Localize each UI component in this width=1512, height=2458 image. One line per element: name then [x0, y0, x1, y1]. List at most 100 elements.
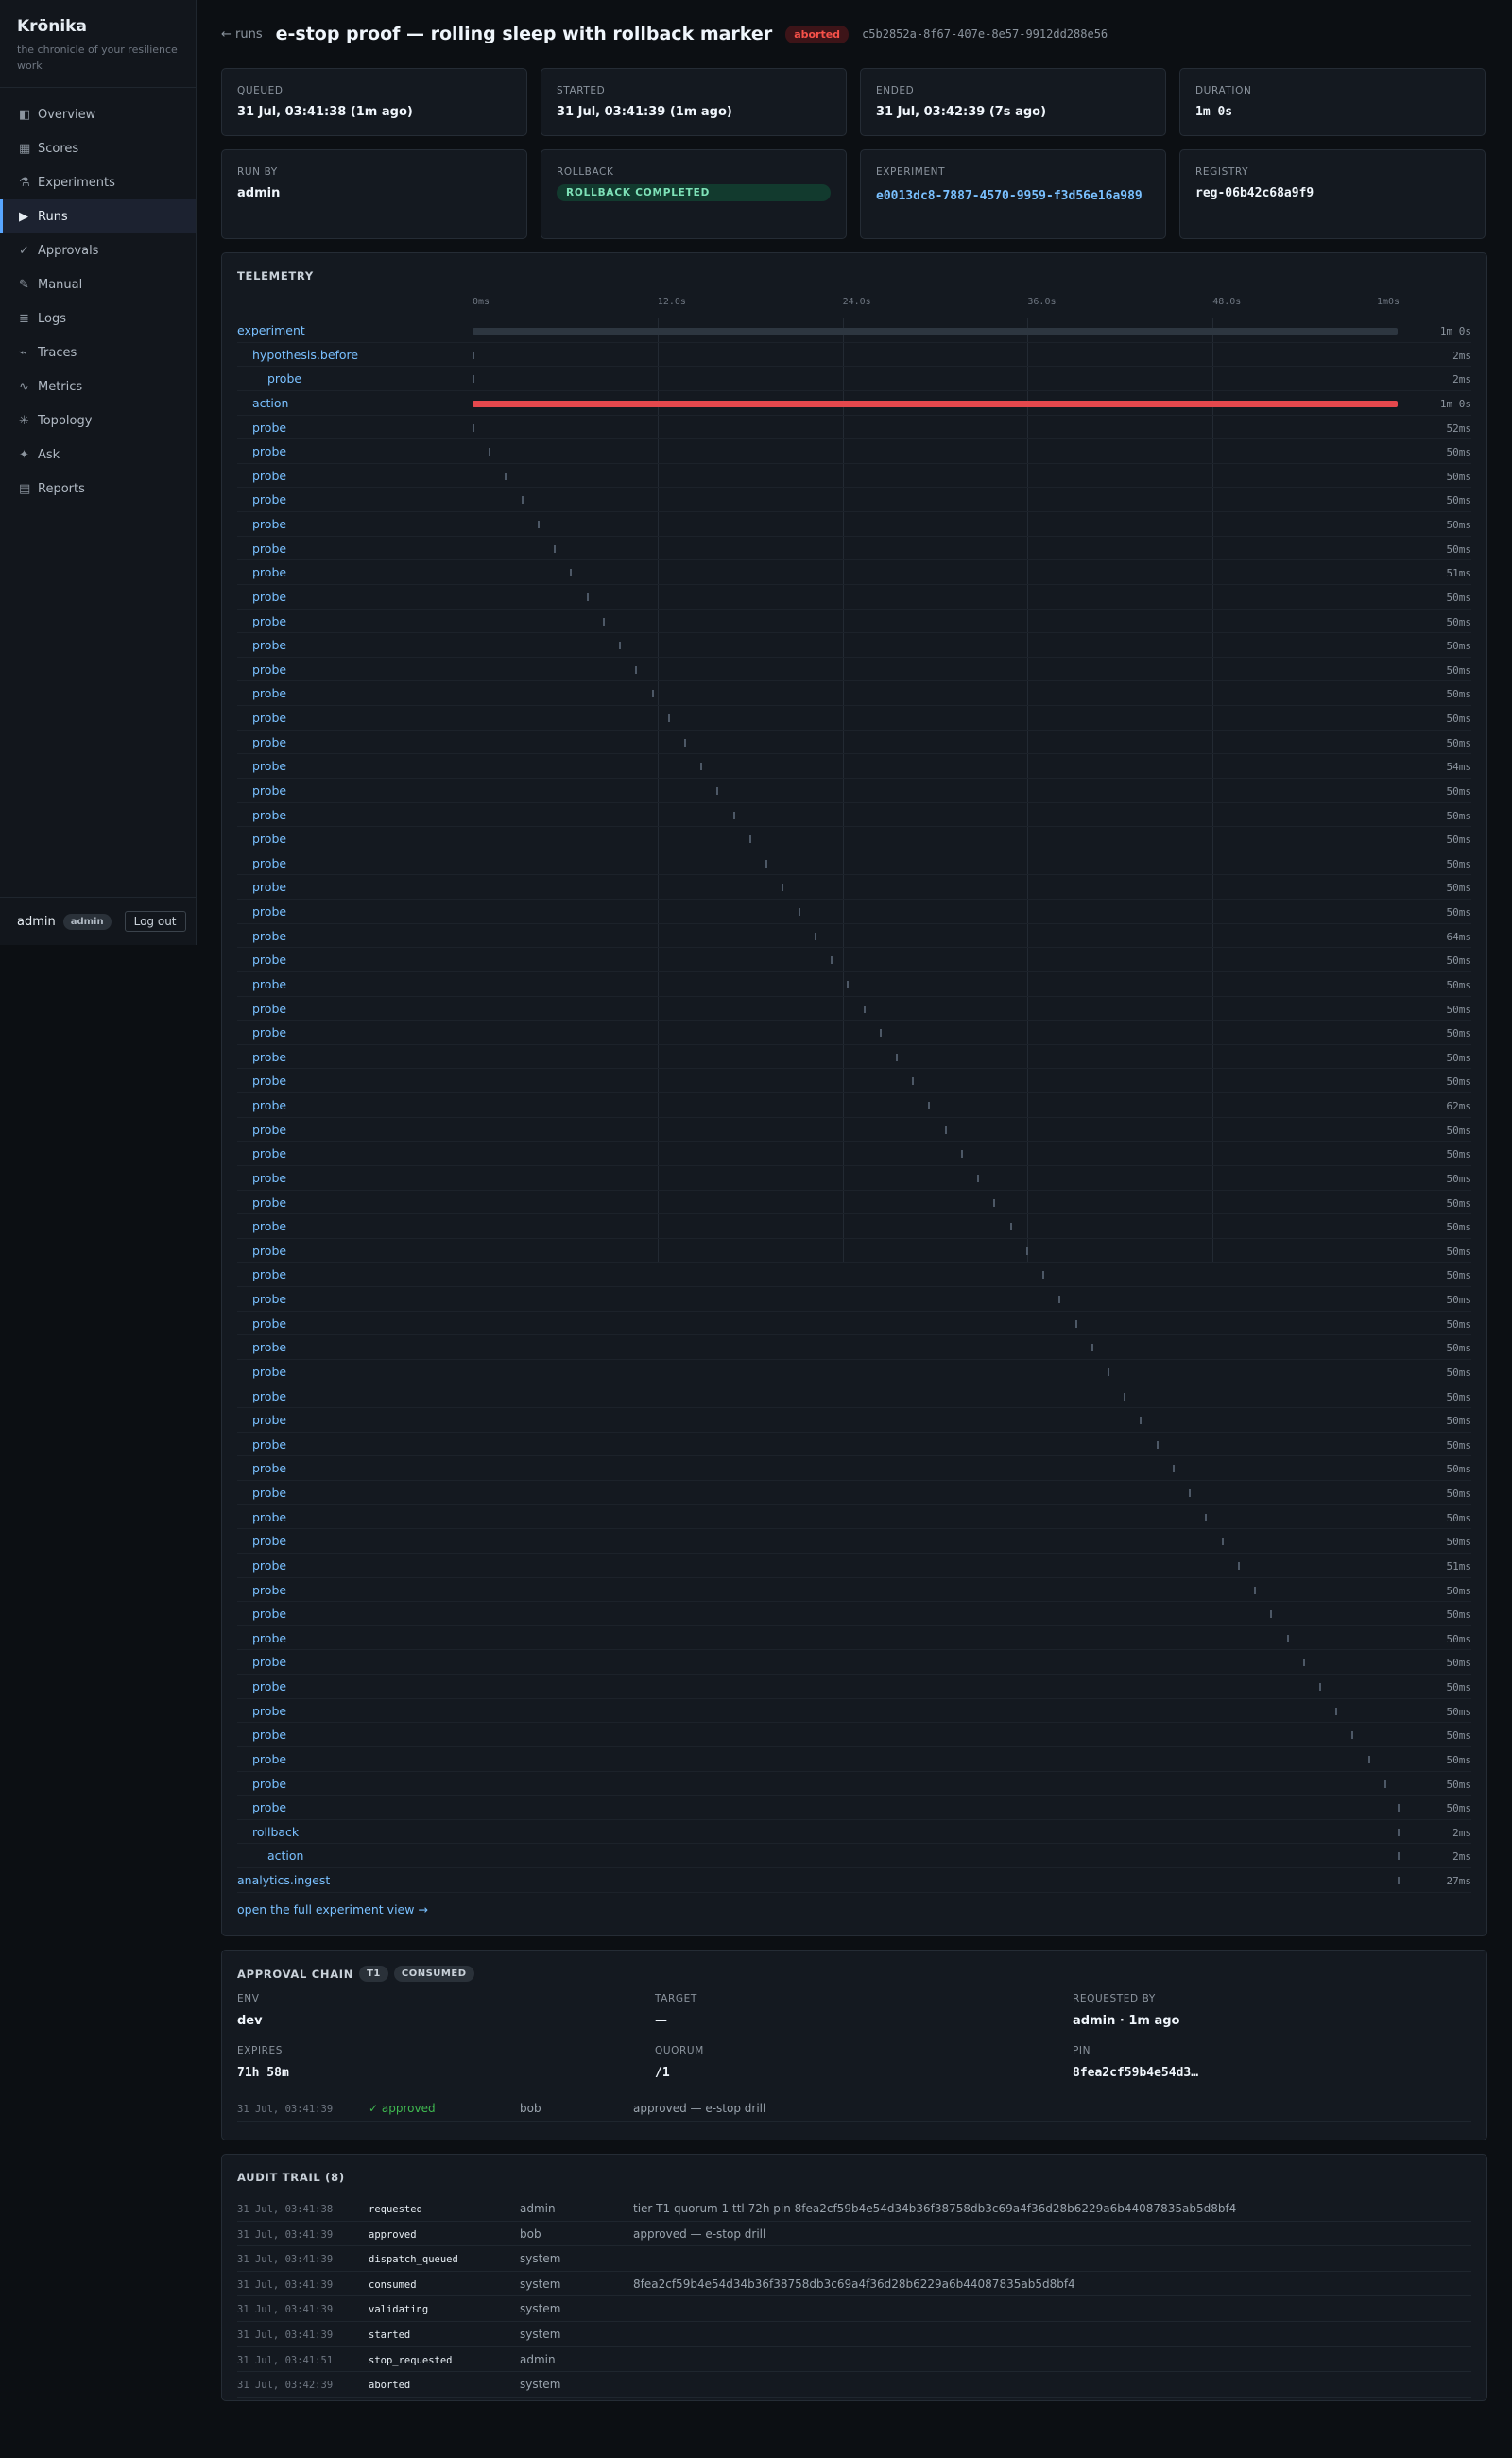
span-row[interactable]: analytics.ingest 27ms	[237, 1868, 1471, 1893]
span-name[interactable]: probe	[252, 1679, 286, 1693]
span-name[interactable]: probe	[252, 929, 286, 943]
span-name[interactable]: probe	[252, 1123, 286, 1137]
span-row[interactable]: probe 50ms	[237, 1578, 1471, 1603]
span-name[interactable]: probe	[252, 1002, 286, 1016]
span-row[interactable]: probe 50ms	[237, 1335, 1471, 1360]
span-row[interactable]: probe 50ms	[237, 464, 1471, 489]
span-name[interactable]: probe	[252, 541, 286, 556]
span-name[interactable]: probe	[252, 492, 286, 507]
span-row[interactable]: probe 50ms	[237, 1626, 1471, 1651]
span-name[interactable]: probe	[252, 1074, 286, 1088]
span-row[interactable]: experiment 1m 0s	[237, 318, 1471, 343]
span-row[interactable]: probe 50ms	[237, 1408, 1471, 1433]
span-name[interactable]: probe	[252, 1800, 286, 1814]
sidebar-item-overview[interactable]: ◧ Overview	[0, 97, 196, 131]
span-name[interactable]: probe	[252, 1752, 286, 1766]
span-name[interactable]: rollback	[252, 1825, 299, 1839]
span-name[interactable]: probe	[252, 904, 286, 919]
logout-button[interactable]: Log out	[124, 911, 186, 932]
span-row[interactable]: probe 50ms	[237, 900, 1471, 924]
span-name[interactable]: probe	[252, 1461, 286, 1475]
span-row[interactable]: probe 2ms	[237, 367, 1471, 391]
span-name[interactable]: probe	[252, 686, 286, 700]
span-row[interactable]: probe 50ms	[237, 439, 1471, 464]
span-name[interactable]: probe	[252, 1316, 286, 1331]
span-name[interactable]: probe	[252, 856, 286, 870]
span-name[interactable]: probe	[252, 421, 286, 435]
sidebar-item-logs[interactable]: ≣ Logs	[0, 301, 196, 335]
span-name[interactable]: probe	[252, 1631, 286, 1645]
span-name[interactable]: probe	[252, 1025, 286, 1040]
span-name[interactable]: probe	[252, 1219, 286, 1233]
span-row[interactable]: probe 50ms	[237, 827, 1471, 851]
span-name[interactable]: probe	[252, 662, 286, 677]
brand-name[interactable]: Krönika	[17, 17, 179, 36]
span-row[interactable]: probe 50ms	[237, 1142, 1471, 1166]
span-name[interactable]: probe	[252, 759, 286, 773]
span-name[interactable]: probe	[252, 1437, 286, 1452]
span-row[interactable]: probe 50ms	[237, 731, 1471, 755]
span-name[interactable]: probe	[252, 1510, 286, 1524]
span-row[interactable]: probe 50ms	[237, 948, 1471, 972]
sidebar-item-traces[interactable]: ⌁ Traces	[0, 335, 196, 370]
span-name[interactable]: probe	[252, 711, 286, 725]
span-row[interactable]: probe 50ms	[237, 1529, 1471, 1554]
span-row[interactable]: probe 50ms	[237, 1699, 1471, 1724]
full-experiment-link[interactable]: open the full experiment view →	[237, 1902, 428, 1917]
span-row[interactable]: probe 50ms	[237, 1796, 1471, 1820]
span-name[interactable]: probe	[252, 808, 286, 822]
span-row[interactable]: probe 50ms	[237, 1481, 1471, 1505]
span-row[interactable]: probe 50ms	[237, 1675, 1471, 1699]
span-row[interactable]: probe 51ms	[237, 1554, 1471, 1578]
span-name[interactable]: probe	[252, 1413, 286, 1427]
span-name[interactable]: probe	[252, 1292, 286, 1306]
span-name[interactable]: hypothesis.before	[252, 348, 358, 362]
span-name[interactable]: probe	[252, 832, 286, 846]
span-row[interactable]: probe 62ms	[237, 1093, 1471, 1118]
span-name[interactable]: probe	[252, 469, 286, 483]
span-name[interactable]: probe	[252, 953, 286, 967]
span-row[interactable]: probe 50ms	[237, 512, 1471, 537]
sidebar-item-reports[interactable]: ▤ Reports	[0, 472, 196, 506]
span-row[interactable]: probe 50ms	[237, 1021, 1471, 1045]
span-row[interactable]: probe 50ms	[237, 1263, 1471, 1287]
span-name[interactable]: probe	[252, 1534, 286, 1548]
span-name[interactable]: probe	[252, 1583, 286, 1597]
span-row[interactable]: probe 64ms	[237, 924, 1471, 949]
span-name[interactable]: probe	[252, 1340, 286, 1354]
span-row[interactable]: probe 50ms	[237, 1456, 1471, 1481]
span-row[interactable]: probe 50ms	[237, 1360, 1471, 1384]
sidebar-item-manual[interactable]: ✎ Manual	[0, 267, 196, 301]
span-name[interactable]: probe	[252, 638, 286, 652]
span-name[interactable]: probe	[252, 880, 286, 894]
span-name[interactable]: analytics.ingest	[237, 1873, 330, 1887]
span-name[interactable]: action	[252, 396, 288, 410]
span-row[interactable]: probe 50ms	[237, 1069, 1471, 1093]
span-name[interactable]: probe	[252, 1607, 286, 1621]
span-row[interactable]: probe 50ms	[237, 1191, 1471, 1215]
span-row[interactable]: action 2ms	[237, 1844, 1471, 1868]
span-name[interactable]: probe	[252, 1050, 286, 1064]
span-name[interactable]: probe	[252, 1704, 286, 1718]
sidebar-item-scores[interactable]: ▦ Scores	[0, 131, 196, 165]
span-row[interactable]: probe 50ms	[237, 851, 1471, 876]
span-name[interactable]: probe	[252, 977, 286, 991]
span-name[interactable]: probe	[252, 1171, 286, 1185]
span-name[interactable]: probe	[252, 1558, 286, 1573]
span-row[interactable]: probe 50ms	[237, 1723, 1471, 1747]
sidebar-item-metrics[interactable]: ∿ Metrics	[0, 370, 196, 404]
span-name[interactable]: probe	[252, 1195, 286, 1210]
experiment-link[interactable]: e0013dc8-7887-4570-9959-f3d56e16a989	[876, 186, 1150, 207]
span-row[interactable]: probe 50ms	[237, 779, 1471, 803]
span-name[interactable]: probe	[252, 614, 286, 628]
span-name[interactable]: probe	[252, 735, 286, 749]
span-row[interactable]: probe 50ms	[237, 1166, 1471, 1191]
span-name[interactable]: probe	[252, 1098, 286, 1112]
span-name[interactable]: probe	[252, 783, 286, 798]
span-row[interactable]: probe 50ms	[237, 1747, 1471, 1772]
span-row[interactable]: probe 50ms	[237, 803, 1471, 828]
span-name[interactable]: probe	[252, 1777, 286, 1791]
span-row[interactable]: probe 50ms	[237, 585, 1471, 610]
span-row[interactable]: probe 52ms	[237, 416, 1471, 440]
span-row[interactable]: hypothesis.before 2ms	[237, 343, 1471, 368]
